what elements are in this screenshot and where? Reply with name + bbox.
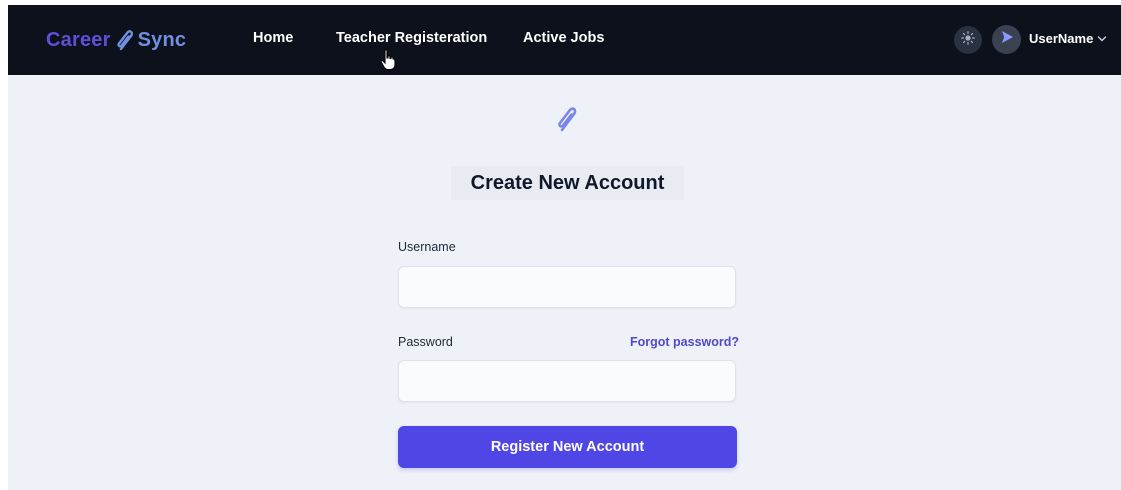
brand-logo[interactable]: Career Sync	[46, 25, 186, 55]
password-label: Password	[398, 335, 453, 349]
paperclip-icon	[114, 27, 136, 53]
register-button[interactable]: Register New Account	[398, 426, 737, 468]
sun-icon	[961, 30, 975, 50]
page-title: Create New Account	[470, 171, 665, 194]
send-arrow-icon	[999, 29, 1015, 50]
theme-toggle-button[interactable]	[954, 26, 982, 54]
avatar[interactable]	[992, 25, 1021, 54]
form-title-wrapper: Create New Account	[451, 166, 684, 200]
nav-teacher-registration-link[interactable]: Teacher Registeration	[336, 30, 487, 46]
paperclip-icon	[555, 104, 579, 139]
nav-active-jobs-link[interactable]: Active Jobs	[523, 30, 604, 46]
brand-text-sync: Sync	[137, 28, 187, 51]
nav-home-link[interactable]: Home	[253, 30, 293, 46]
top-navbar: Career Sync Home Teacher Registeration A…	[8, 5, 1121, 75]
hand-pointer-cursor	[380, 49, 396, 76]
user-menu-toggle[interactable]: UserName	[1029, 31, 1107, 46]
chevron-down-icon	[1097, 31, 1107, 46]
password-field[interactable]	[398, 360, 736, 402]
username-field[interactable]	[398, 266, 736, 308]
brand-text-career: Career	[46, 28, 111, 51]
username-label: Username	[398, 240, 456, 254]
user-name-label: UserName	[1029, 31, 1094, 46]
app-frame: Career Sync Home Teacher Registeration A…	[8, 5, 1121, 490]
forgot-password-link[interactable]: Forgot password?	[630, 335, 739, 349]
